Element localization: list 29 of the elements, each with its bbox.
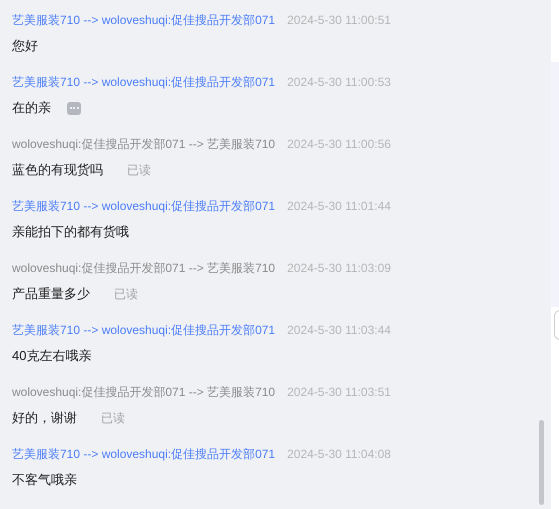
read-status: 已读 bbox=[127, 162, 151, 179]
message-text: 40克左右哦亲 bbox=[12, 347, 92, 366]
message-text: 好的，谢谢 bbox=[12, 409, 77, 428]
sender-recipient: woloveshuqi:促佳搜品开发部071 --> 艺美服装710 bbox=[12, 384, 276, 401]
sender-recipient: 艺美服装710 --> woloveshuqi:促佳搜品开发部071 bbox=[12, 322, 276, 339]
message-text: 在的亲 bbox=[12, 99, 51, 118]
timestamp: 2024-5-30 11:04:08 bbox=[287, 446, 391, 463]
timestamp: 2024-5-30 11:00:53 bbox=[287, 74, 391, 91]
sender-recipient: woloveshuqi:促佳搜品开发部071 --> 艺美服装710 bbox=[12, 136, 276, 153]
sender-recipient: 艺美服装710 --> woloveshuqi:促佳搜品开发部071 bbox=[12, 198, 276, 215]
timestamp: 2024-5-30 11:03:51 bbox=[287, 384, 391, 401]
timestamp: 2024-5-30 11:03:44 bbox=[287, 322, 391, 339]
sender-recipient: woloveshuqi:促佳搜品开发部071 --> 艺美服装710 bbox=[12, 260, 276, 277]
sender-recipient: 艺美服装710 --> woloveshuqi:促佳搜品开发部071 bbox=[12, 446, 276, 463]
message-text: 产品重量多少 bbox=[12, 285, 90, 304]
message-text: 您好 bbox=[12, 37, 38, 56]
message-text: 蓝色的有现货吗 bbox=[12, 161, 103, 180]
sender-recipient: 艺美服装710 --> woloveshuqi:促佳搜品开发部071 bbox=[12, 74, 276, 91]
more-icon[interactable] bbox=[67, 102, 81, 114]
read-status: 已读 bbox=[114, 286, 138, 303]
sender-recipient: 艺美服装710 --> woloveshuqi:促佳搜品开发部071 bbox=[12, 12, 276, 29]
timestamp: 2024-5-30 11:00:56 bbox=[287, 136, 391, 153]
message-text: 不客气哦亲 bbox=[12, 471, 77, 490]
timestamp: 2024-5-30 11:00:51 bbox=[287, 12, 391, 29]
scrollbar-thumb[interactable] bbox=[539, 420, 544, 505]
message-text: 亲能拍下的都有货哦 bbox=[12, 223, 129, 242]
read-status: 已读 bbox=[101, 410, 125, 427]
timestamp: 2024-5-30 11:03:09 bbox=[287, 260, 391, 277]
timestamp: 2024-5-30 11:01:44 bbox=[287, 198, 391, 215]
